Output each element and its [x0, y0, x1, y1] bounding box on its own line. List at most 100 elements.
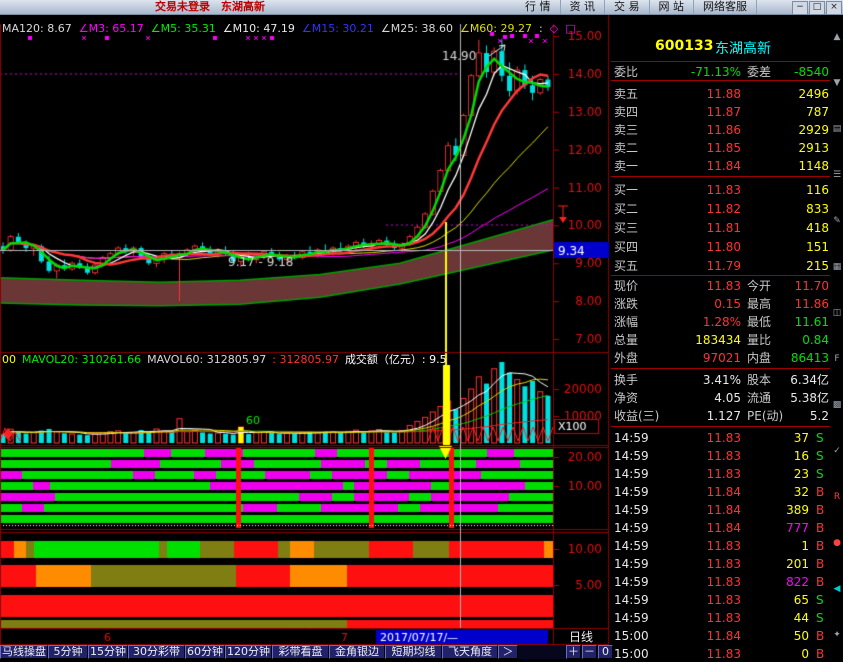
collapse-panel-icon[interactable]: ◀: [831, 584, 843, 594]
sell-level-row[interactable]: 卖一 11.84 1148: [611, 158, 831, 174]
report-icon[interactable]: R: [831, 492, 843, 502]
scroll-up-icon[interactable]: ▲: [831, 32, 843, 42]
tick-flag: B: [816, 539, 825, 553]
zoom-button-2[interactable]: 0: [598, 645, 613, 659]
tick-row: 14:59 11.83 23 S: [611, 466, 831, 482]
edit-icon[interactable]: ✎: [831, 216, 843, 226]
menu-item-0[interactable]: 行 情: [516, 0, 561, 14]
toolbar-button-7[interactable]: 金角银边: [329, 645, 385, 659]
toolbar-button-4[interactable]: 60分钟: [185, 645, 225, 659]
tick-flag: S: [816, 431, 824, 445]
sell-level-row[interactable]: 卖三 11.86 2929: [611, 122, 831, 138]
detail-value: 11.86: [794, 297, 829, 311]
buy-level-row[interactable]: 买三 11.81 418: [611, 220, 831, 236]
buy-price: 11.83: [706, 183, 741, 197]
buy-price: 11.80: [706, 240, 741, 254]
toolbar-button-1[interactable]: 5分钟: [48, 645, 88, 659]
toolbar-button-5[interactable]: 120分钟: [225, 645, 272, 659]
menu-item-3[interactable]: 网 站: [650, 0, 694, 14]
zoom-button-1[interactable]: －: [582, 645, 597, 659]
ma-indicator-label-4: ∠M15: 30.21: [301, 22, 374, 35]
buy-level-row[interactable]: 买一 11.83 116: [611, 182, 831, 198]
buy-level-label: 买四: [614, 240, 639, 254]
quote-detail-row: 收益(三) 1.127 PE(动) 5.2: [611, 408, 831, 424]
detail-value: 6.34亿: [790, 373, 829, 387]
quote-detail-row: 总量 183434 量比 0.84: [611, 332, 831, 348]
tick-volume: 50: [793, 629, 809, 643]
tick-flag: B: [816, 575, 825, 589]
tick-flag: B: [816, 629, 825, 643]
f10-info-icon[interactable]: F: [831, 354, 843, 364]
tick-flag: S: [816, 593, 824, 607]
check-icon[interactable]: ✓: [831, 446, 843, 456]
quote-detail-row: 外盘 97021 内盘 86413: [611, 350, 831, 366]
restore-button[interactable]: □: [809, 1, 825, 15]
tick-volume: 23: [793, 467, 809, 481]
buy-volume: 151: [806, 240, 829, 254]
buy-level-label: 买三: [614, 221, 639, 235]
square-marker-icon: □: [565, 22, 576, 35]
menu-item-1[interactable]: 资 讯: [561, 0, 605, 14]
tick-flag: B: [816, 557, 825, 571]
detail-value: 1.28%: [702, 315, 741, 329]
vol-indicator-label-3: : 312805.97: [272, 353, 339, 366]
toolbar-button-9[interactable]: 飞天角度: [442, 645, 498, 659]
detail-value: 11.61: [794, 315, 829, 329]
ma-indicator-label-1: ∠M3: 65.17: [78, 22, 144, 35]
tick-row: 14:59 11.83 37 S: [611, 430, 831, 446]
ma-indicator-label-5: ∠M25: 38.60: [380, 22, 453, 35]
zoom-button-0[interactable]: ＋: [566, 645, 581, 659]
grid-icon[interactable]: ▦: [831, 262, 843, 272]
buy-level-row[interactable]: 买二 11.82 833: [611, 201, 831, 217]
toolbar-button-6[interactable]: 彩带看盘: [272, 645, 329, 659]
buy-price: 11.82: [706, 202, 741, 216]
sell-level-row[interactable]: 卖五 11.88 2496: [611, 86, 831, 102]
buy-level-row[interactable]: 买四 11.80 151: [611, 239, 831, 255]
star-icon[interactable]: ✦: [831, 630, 843, 640]
quote-detail-row: 净资 4.05 流通 5.38亿: [611, 390, 831, 406]
weibi-row: 委比 -71.13% 委差 -8540: [611, 64, 831, 80]
minimize-button[interactable]: −: [792, 1, 808, 15]
buy-level-row[interactable]: 买五 11.79 215: [611, 258, 831, 274]
menu-item-4[interactable]: 网络客服: [694, 0, 757, 14]
sell-price: 11.86: [706, 123, 741, 137]
scroll-down-icon[interactable]: ▼: [831, 78, 843, 88]
sell-volume: 2496: [798, 87, 829, 101]
quote-detail-row: 换手 3.41% 股本 6.34亿: [611, 372, 831, 388]
sell-level-row[interactable]: 卖二 11.85 2913: [611, 140, 831, 156]
detail-label: 总量: [614, 333, 639, 347]
sell-level-row[interactable]: 卖四 11.87 787: [611, 104, 831, 120]
window-icon[interactable]: ◫: [831, 308, 843, 318]
toolbar-button-8[interactable]: 短期均线: [385, 645, 442, 659]
buy-price: 11.81: [706, 221, 741, 235]
tick-row: 14:59 11.84 389 B: [611, 502, 831, 518]
toolbar-button-3[interactable]: 30分彩带: [128, 645, 185, 659]
buy-level-label: 买二: [614, 202, 639, 216]
toolbar-button-0[interactable]: 马线操盘: [0, 645, 48, 659]
buy-volume: 833: [806, 202, 829, 216]
sell-volume: 787: [806, 105, 829, 119]
stock-chart-canvas[interactable]: [0, 14, 610, 645]
volume-indicator-header: 00 MAVOL20: 310261.66 MAVOL60: 312805.97: …: [2, 351, 453, 367]
sell-price: 11.85: [706, 141, 741, 155]
menu-item-2[interactable]: 交 易: [605, 0, 650, 14]
toolbar-button-10[interactable]: ＞: [498, 645, 518, 659]
list-icon[interactable]: ☰: [831, 170, 843, 180]
alert-dot-icon[interactable]: ●: [831, 538, 843, 548]
window-title: 交易未登录 东湖高新: [155, 0, 265, 13]
detail-label: 今开: [747, 279, 772, 293]
title-menu-bar: 交易未登录 东湖高新 行 情资 讯交 易网 站网络客服 − □ ×: [0, 0, 843, 15]
detail-label: 最低: [747, 315, 772, 329]
detail-label: 涨幅: [614, 315, 639, 329]
detail-value: 11.70: [794, 279, 829, 293]
tick-flag: B: [816, 503, 825, 517]
panel-icon[interactable]: ▤: [831, 124, 843, 134]
period-daily-button[interactable]: 日线: [554, 630, 608, 644]
detail-value: 0.15: [714, 297, 741, 311]
toolbar-button-2[interactable]: 15分钟: [88, 645, 128, 659]
tick-flag: S: [816, 467, 824, 481]
vol-indicator-label-0: 00: [2, 353, 16, 366]
pattern-icon[interactable]: ▩: [831, 400, 843, 410]
weicha-label: 委差: [747, 65, 772, 79]
close-button[interactable]: ×: [826, 1, 842, 15]
